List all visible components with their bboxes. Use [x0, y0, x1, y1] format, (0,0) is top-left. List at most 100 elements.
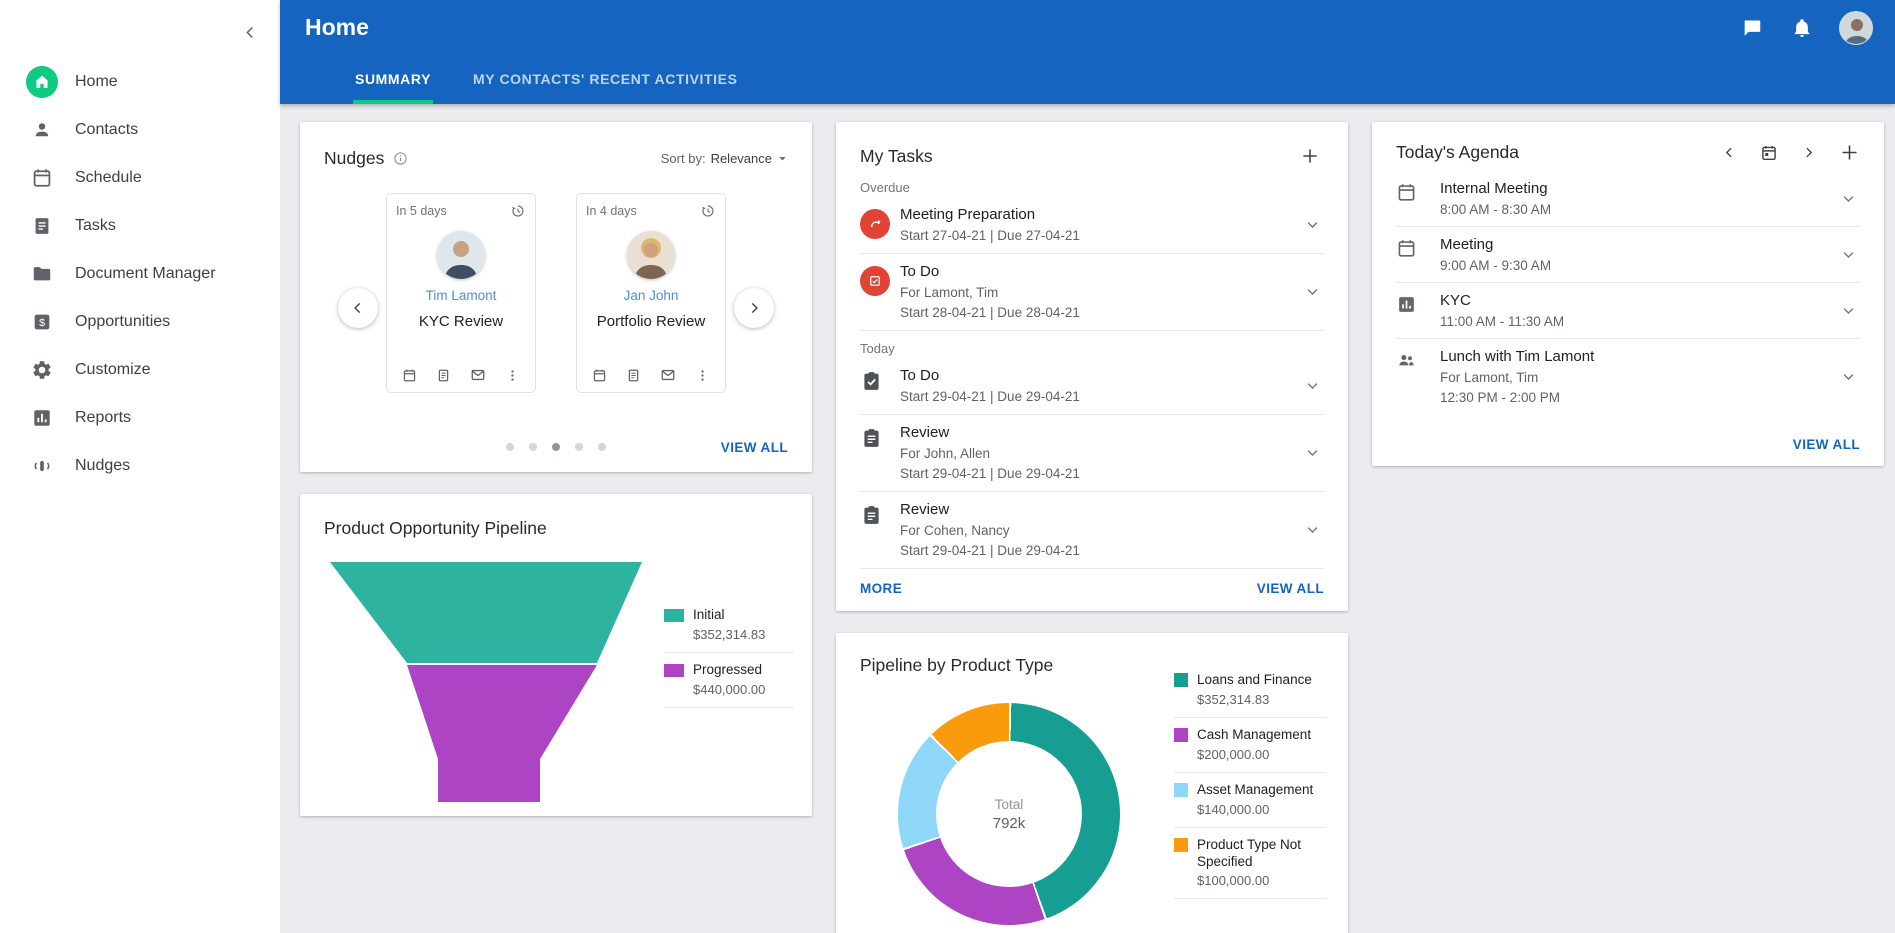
legend-swatch	[664, 664, 684, 677]
sidebar-item-opportunities[interactable]: $ Opportunities	[0, 298, 280, 346]
note-icon[interactable]	[626, 368, 641, 383]
person-icon	[26, 114, 58, 146]
carousel-dot[interactable]	[552, 443, 560, 451]
task-row: Review For Cohen, Nancy Start 29-04-21 |…	[860, 492, 1324, 569]
mail-icon[interactable]	[660, 367, 676, 383]
agenda-item-title: Lunch with Tim Lamont	[1440, 348, 1837, 365]
tasks-view-all-link[interactable]: VIEW ALL	[1257, 581, 1324, 596]
opportunity-pipeline-card: Product Opportunity Pipeline Initial $35…	[300, 494, 812, 816]
legend-swatch	[1174, 783, 1188, 797]
kebab-menu-icon[interactable]	[505, 368, 520, 383]
contact-avatar[interactable]	[437, 231, 485, 279]
tab-summary[interactable]: SUMMARY	[353, 55, 433, 104]
legend-name: Progressed	[693, 662, 765, 679]
tasks-section-label: Today	[860, 341, 1324, 356]
agenda-view-all-link[interactable]: VIEW ALL	[1793, 437, 1860, 452]
carousel-dot[interactable]	[529, 443, 537, 451]
chevron-down-icon[interactable]	[1301, 213, 1324, 236]
calendar-icon	[26, 162, 58, 194]
agenda-item-for: For Lamont, Tim	[1440, 370, 1837, 385]
calendar-icon[interactable]	[402, 368, 417, 383]
agenda-row: Meeting 9:00 AM - 9:30 AM	[1396, 227, 1860, 283]
contact-avatar[interactable]	[627, 231, 675, 279]
sidebar-nav: Home Contacts Schedule Tasks Document Ma	[0, 58, 280, 490]
carousel-dot[interactable]	[598, 443, 606, 451]
review-icon	[860, 424, 900, 450]
mail-icon[interactable]	[470, 367, 486, 383]
dashboard-content: Nudges Sort by: Relevance	[280, 104, 1895, 933]
task-dates: Start 29-04-21 | Due 29-04-21	[900, 389, 1301, 404]
bell-icon[interactable]	[1789, 15, 1815, 41]
funnel-segment-initial[interactable]	[330, 562, 642, 663]
chevron-down-icon[interactable]	[1301, 518, 1324, 541]
column-left: Nudges Sort by: Relevance	[300, 122, 812, 816]
contact-name-link[interactable]: Tim Lamont	[426, 288, 497, 303]
sidebar-item-tasks[interactable]: Tasks	[0, 202, 280, 250]
carousel-prev-button[interactable]	[338, 288, 378, 328]
sidebar-item-label: Contacts	[75, 121, 138, 139]
chevron-down-icon[interactable]	[1301, 374, 1324, 397]
nudge-card: In 4 days Jan John Portfolio Review	[576, 193, 726, 393]
sidebar-item-customize[interactable]: Customize	[0, 346, 280, 394]
legend-swatch	[664, 609, 684, 622]
carousel-dot[interactable]	[506, 443, 514, 451]
sidebar-item-document-manager[interactable]: Document Manager	[0, 250, 280, 298]
sidebar-item-schedule[interactable]: Schedule	[0, 154, 280, 202]
legend-item: Initial $352,314.83	[664, 598, 794, 653]
carousel-dot[interactable]	[575, 443, 583, 451]
task-row: To Do For Lamont, Tim Start 28-04-21 | D…	[860, 254, 1324, 331]
add-task-button[interactable]	[1296, 142, 1324, 170]
avatar[interactable]	[1839, 11, 1873, 45]
chat-icon[interactable]	[1739, 15, 1765, 41]
funnel-legend: Initial $352,314.83 Progressed $440,000.…	[664, 598, 794, 708]
chevron-down-icon[interactable]	[1837, 187, 1860, 210]
sidebar-item-label: Home	[75, 73, 118, 91]
chevron-down-icon[interactable]	[1837, 365, 1860, 388]
sidebar-item-contacts[interactable]: Contacts	[0, 106, 280, 154]
task-dates: Start 28-04-21 | Due 28-04-21	[900, 305, 1301, 320]
chevron-down-icon[interactable]	[1837, 299, 1860, 322]
task-dates: Start 29-04-21 | Due 29-04-21	[900, 466, 1301, 481]
agenda-row: Internal Meeting 8:00 AM - 8:30 AM	[1396, 171, 1860, 227]
chevron-down-icon[interactable]	[1837, 243, 1860, 266]
funnel-segment-progressed[interactable]	[407, 665, 597, 802]
note-icon[interactable]	[436, 368, 451, 383]
task-row: To Do Start 29-04-21 | Due 29-04-21	[860, 358, 1324, 415]
sort-by-value: Relevance	[711, 151, 772, 166]
agenda-calendar-icon[interactable]	[1760, 144, 1778, 162]
history-icon[interactable]	[700, 203, 716, 219]
agenda-row: KYC 11:00 AM - 11:30 AM	[1396, 283, 1860, 339]
info-icon[interactable]	[393, 151, 408, 166]
sidebar-item-label: Tasks	[75, 217, 116, 235]
tab-recent-activities[interactable]: MY CONTACTS' RECENT ACTIVITIES	[471, 55, 740, 104]
tasks-more-link[interactable]: MORE	[860, 581, 902, 596]
sidebar-item-label: Opportunities	[75, 313, 170, 331]
contact-name-link[interactable]: Jan John	[624, 288, 679, 303]
chevron-down-icon[interactable]	[1301, 441, 1324, 464]
nudges-title: Nudges	[324, 148, 384, 169]
sidebar-item-reports[interactable]: Reports	[0, 394, 280, 442]
product-type-donut[interactable]: Total 792k	[898, 703, 1120, 925]
nudge-due: In 5 days	[396, 204, 447, 218]
sidebar-item-nudges[interactable]: Nudges	[0, 442, 280, 490]
agenda-item-title: Meeting	[1440, 236, 1837, 253]
my-tasks-card: My Tasks Overdue Meeting Preparation St	[836, 122, 1348, 611]
sidebar-item-home[interactable]: Home	[0, 58, 280, 106]
chevron-down-icon[interactable]	[1301, 280, 1324, 303]
sidebar-collapse-button[interactable]	[234, 16, 266, 48]
legend-name: Cash Management	[1197, 727, 1311, 744]
agenda-prev-button[interactable]	[1723, 146, 1736, 159]
agenda-next-button[interactable]	[1802, 146, 1815, 159]
add-appointment-button[interactable]	[1839, 142, 1860, 163]
agenda-title: Today's Agenda	[1396, 142, 1519, 163]
nudges-carousel: In 5 days Tim Lamont KYC Review	[324, 193, 788, 422]
nudges-view-all-link[interactable]: VIEW ALL	[721, 440, 788, 455]
legend-value: $352,314.83	[693, 627, 765, 642]
sort-by-dropdown[interactable]: Sort by: Relevance	[661, 151, 788, 166]
nudge-task-title: Portfolio Review	[597, 313, 705, 330]
calendar-icon[interactable]	[592, 368, 607, 383]
carousel-next-button[interactable]	[734, 288, 774, 328]
history-icon[interactable]	[510, 203, 526, 219]
nudge-icon	[26, 450, 58, 482]
kebab-menu-icon[interactable]	[695, 368, 710, 383]
